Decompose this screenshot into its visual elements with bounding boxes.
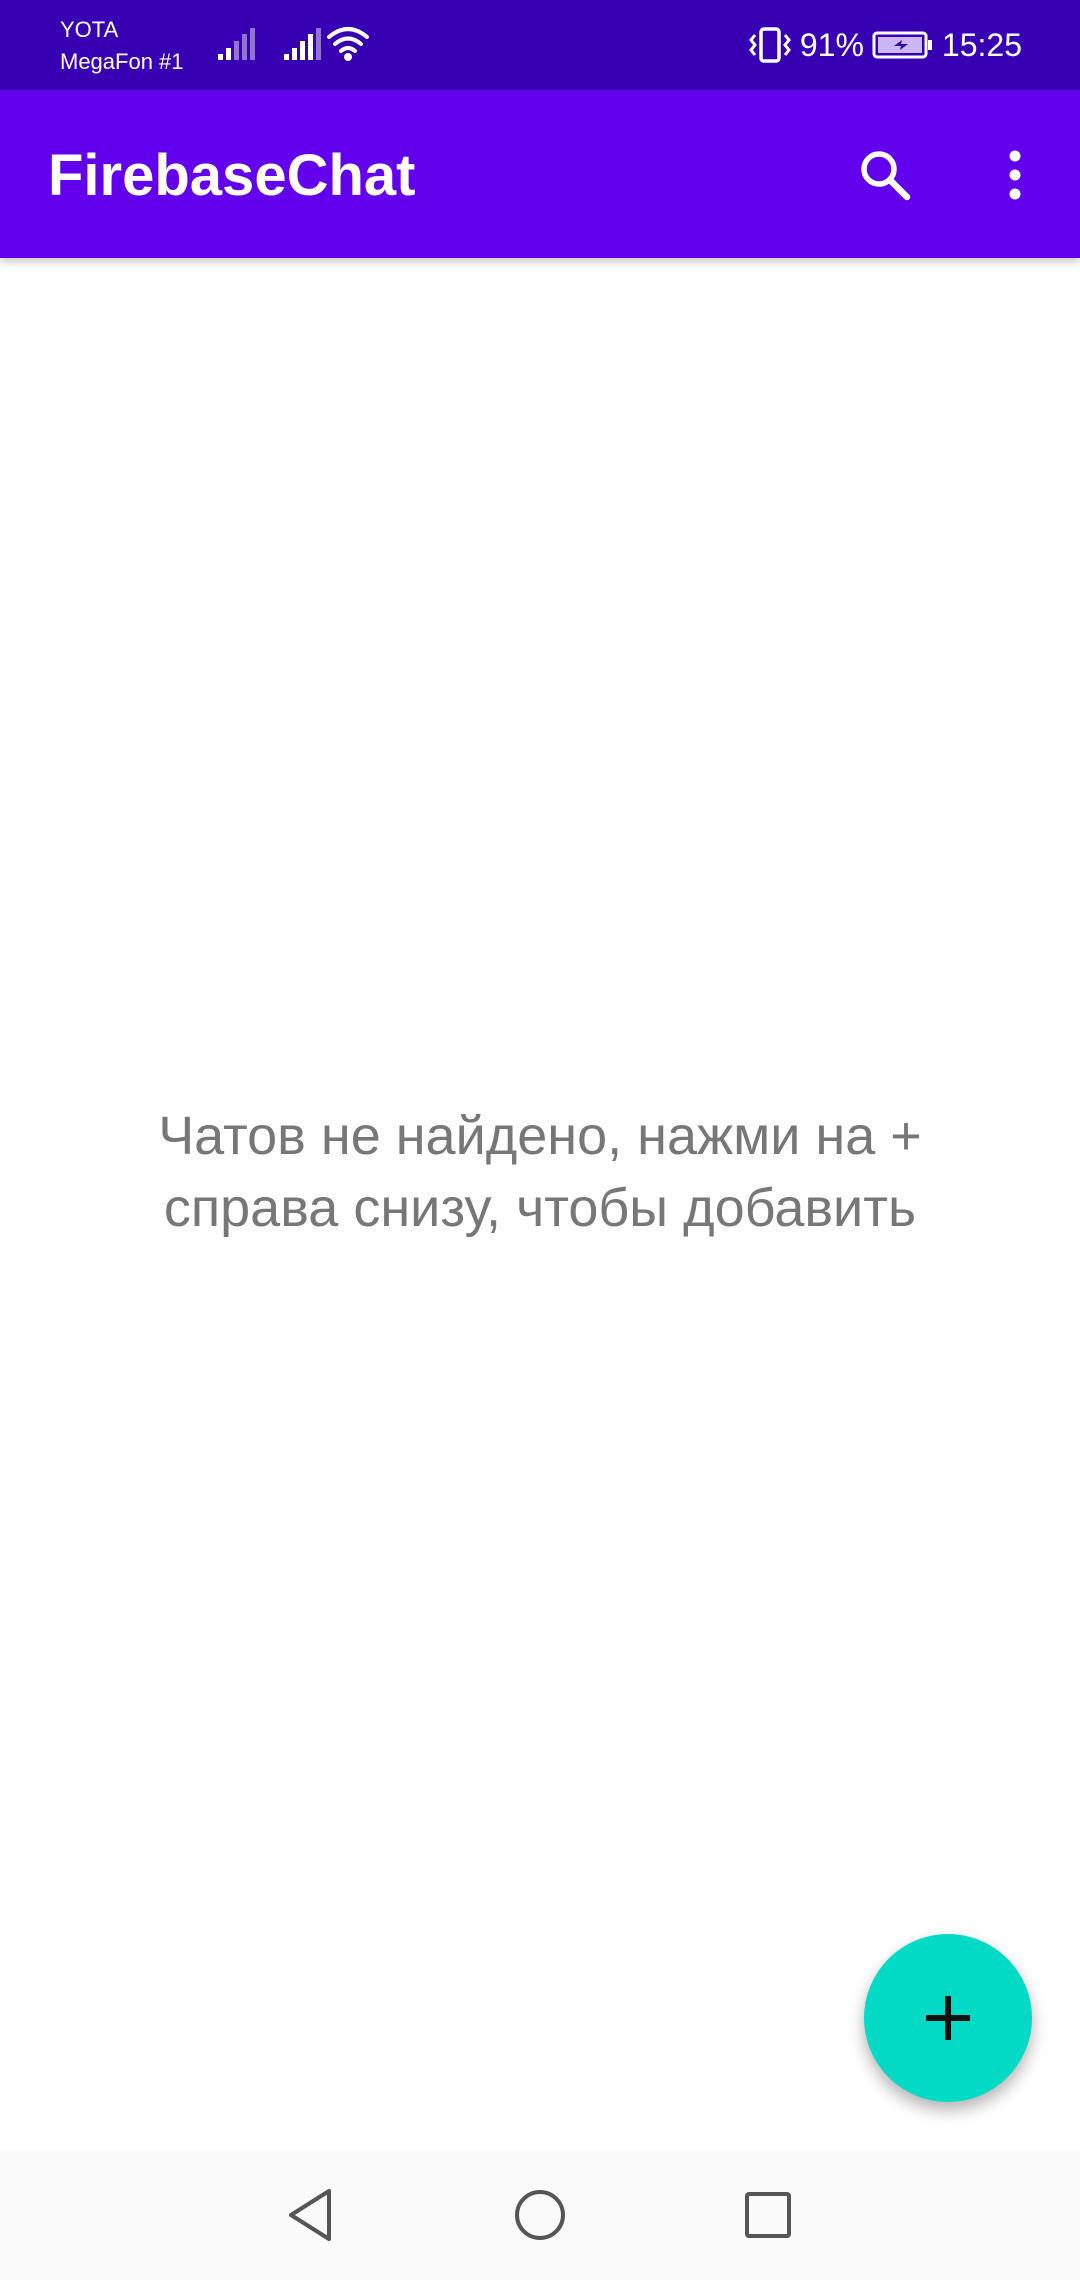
wifi-icon <box>327 27 369 61</box>
carrier-info: YOTA MegaFon #1 <box>60 14 184 78</box>
vibrate-icon <box>748 27 791 63</box>
signal-icon <box>218 28 255 60</box>
battery-charging-icon <box>872 31 932 59</box>
status-right: 91% 15:25 <box>748 20 1022 70</box>
battery-percent: 91% <box>799 26 864 63</box>
status-bar: YOTA MegaFon #1 91% 15:25 <box>0 0 1080 90</box>
home-button[interactable] <box>505 2180 575 2250</box>
add-chat-fab[interactable] <box>864 1934 1032 2102</box>
back-icon <box>289 2189 331 2241</box>
search-icon <box>861 151 911 201</box>
more-vert-icon <box>1009 150 1021 200</box>
recents-icon <box>745 2192 791 2238</box>
screen: YOTA MegaFon #1 91% 15:25 FirebaseChat Ч… <box>0 0 1080 2280</box>
recents-button[interactable] <box>733 2180 803 2250</box>
back-button[interactable] <box>276 2180 346 2250</box>
app-title: FirebaseChat <box>48 143 416 208</box>
clock: 15:25 <box>941 26 1022 63</box>
search-button[interactable] <box>850 140 920 210</box>
navigation-bar <box>0 2150 1080 2280</box>
carrier-2-label: MegaFon #1 <box>60 49 184 74</box>
empty-chats-message: Чатов не найдено, нажми на + справа сниз… <box>158 1106 922 1238</box>
add-icon <box>926 1996 970 2040</box>
signal-icon <box>284 28 321 60</box>
app-bar: FirebaseChat <box>0 90 1080 258</box>
carrier-1-label: YOTA <box>60 17 119 42</box>
home-icon <box>515 2190 565 2240</box>
overflow-menu-button[interactable] <box>980 140 1050 210</box>
